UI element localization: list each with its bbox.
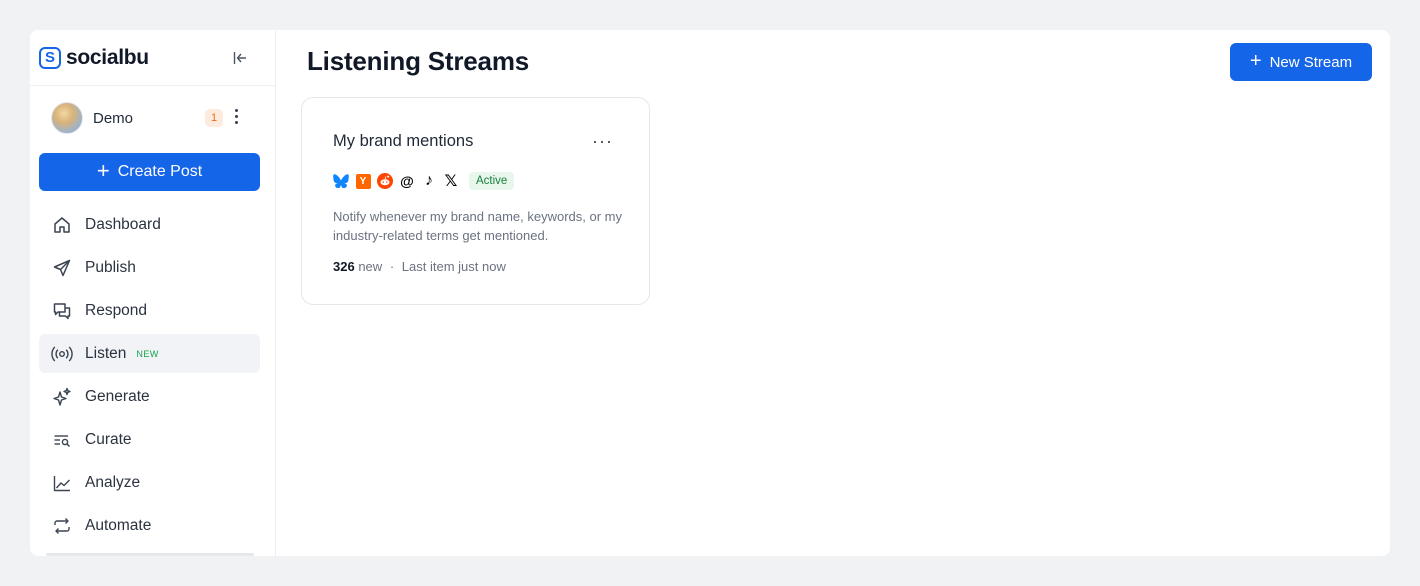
sidebar-item-analyze[interactable]: Analyze xyxy=(39,463,260,502)
sidebar-item-label: Listen xyxy=(85,344,127,362)
send-icon xyxy=(51,257,73,279)
last-item-text: Last item just now xyxy=(401,259,506,274)
sidebar-item-label: Analyze xyxy=(85,473,141,491)
broadcast-icon xyxy=(51,343,73,365)
new-stream-label: New Stream xyxy=(1269,53,1353,71)
reddit-icon xyxy=(377,173,393,189)
stream-card[interactable]: My brand mentions ··· Y @ ♪ 𝕏 Active Not… xyxy=(301,97,650,305)
sidebar-item-publish[interactable]: Publish xyxy=(39,248,260,287)
new-stream-button[interactable]: + New Stream xyxy=(1230,43,1372,81)
brand-logo-icon: S xyxy=(39,46,61,69)
network-icons: Y @ ♪ 𝕏 Active xyxy=(333,171,618,191)
stream-description: Notify whenever my brand name, keywords,… xyxy=(333,209,622,243)
threads-icon: @ xyxy=(399,173,415,189)
brand-row: S socialbu xyxy=(30,30,275,86)
account-name: Demo xyxy=(93,109,134,127)
new-count: 326 xyxy=(333,259,355,274)
sidebar-item-label: Publish xyxy=(85,258,136,276)
stream-meta: 326 new · Last item just now xyxy=(333,259,618,274)
sidebar-item-curate[interactable]: Curate xyxy=(39,420,260,459)
plus-icon: + xyxy=(96,158,110,183)
stream-title: My brand mentions xyxy=(333,132,474,150)
new-label: new xyxy=(358,259,383,274)
brand[interactable]: S socialbu xyxy=(39,46,149,70)
x-glyph: 𝕏 xyxy=(444,173,458,190)
sparkle-icon xyxy=(51,386,73,408)
sidebar-item-label: Curate xyxy=(85,430,132,448)
sidebar: S socialbu Demo 1 + Create Post Dashboar… xyxy=(30,30,276,556)
sidebar-item-label: Generate xyxy=(85,387,150,405)
notification-badge[interactable]: 1 xyxy=(205,109,223,127)
sidebar-nav: Dashboard Publish Respond Listen NEW Gen… xyxy=(30,205,275,545)
sidebar-item-label: Automate xyxy=(85,516,152,534)
hacker-news-icon: Y xyxy=(355,173,371,189)
main-content: Listening Streams + New Stream My brand … xyxy=(276,30,1390,556)
account-menu-icon[interactable] xyxy=(229,107,243,127)
bluesky-icon xyxy=(333,173,349,189)
hacker-news-letter: Y xyxy=(355,173,371,189)
avatar xyxy=(51,102,83,134)
sidebar-item-label: Respond xyxy=(85,301,148,319)
new-tag: NEW xyxy=(136,348,159,359)
sidebar-item-generate[interactable]: Generate xyxy=(39,377,260,416)
page-title: Listening Streams xyxy=(307,46,529,76)
sidebar-scroll-hint xyxy=(46,553,254,556)
brand-name: socialbu xyxy=(66,45,149,69)
collapse-icon xyxy=(233,51,246,64)
more-options-icon[interactable]: ··· xyxy=(592,132,613,150)
status-badge: Active xyxy=(469,172,515,190)
sidebar-item-dashboard[interactable]: Dashboard xyxy=(39,205,260,244)
account-switcher[interactable]: Demo 1 xyxy=(30,86,275,150)
app-window: S socialbu Demo 1 + Create Post Dashboar… xyxy=(30,30,1390,556)
create-post-label: Create Post xyxy=(117,163,203,180)
sidebar-item-automate[interactable]: Automate xyxy=(39,506,260,545)
sidebar-item-listen[interactable]: Listen NEW xyxy=(39,334,260,373)
collapse-sidebar-button[interactable] xyxy=(229,47,251,69)
chat-icon xyxy=(51,300,73,322)
chart-line-icon xyxy=(51,472,73,494)
tiktok-glyph: ♪ xyxy=(425,172,433,189)
sidebar-item-label: Dashboard xyxy=(85,215,161,233)
list-search-icon xyxy=(51,429,73,451)
plus-icon: + xyxy=(1249,50,1262,72)
sidebar-item-respond[interactable]: Respond xyxy=(39,291,260,330)
meta-separator: · xyxy=(389,259,395,274)
tiktok-icon: ♪ xyxy=(421,172,437,189)
create-post-button[interactable]: + Create Post xyxy=(39,153,260,191)
home-icon xyxy=(51,214,73,236)
repeat-icon xyxy=(51,515,73,537)
x-icon: 𝕏 xyxy=(443,173,459,190)
threads-glyph: @ xyxy=(400,173,414,189)
